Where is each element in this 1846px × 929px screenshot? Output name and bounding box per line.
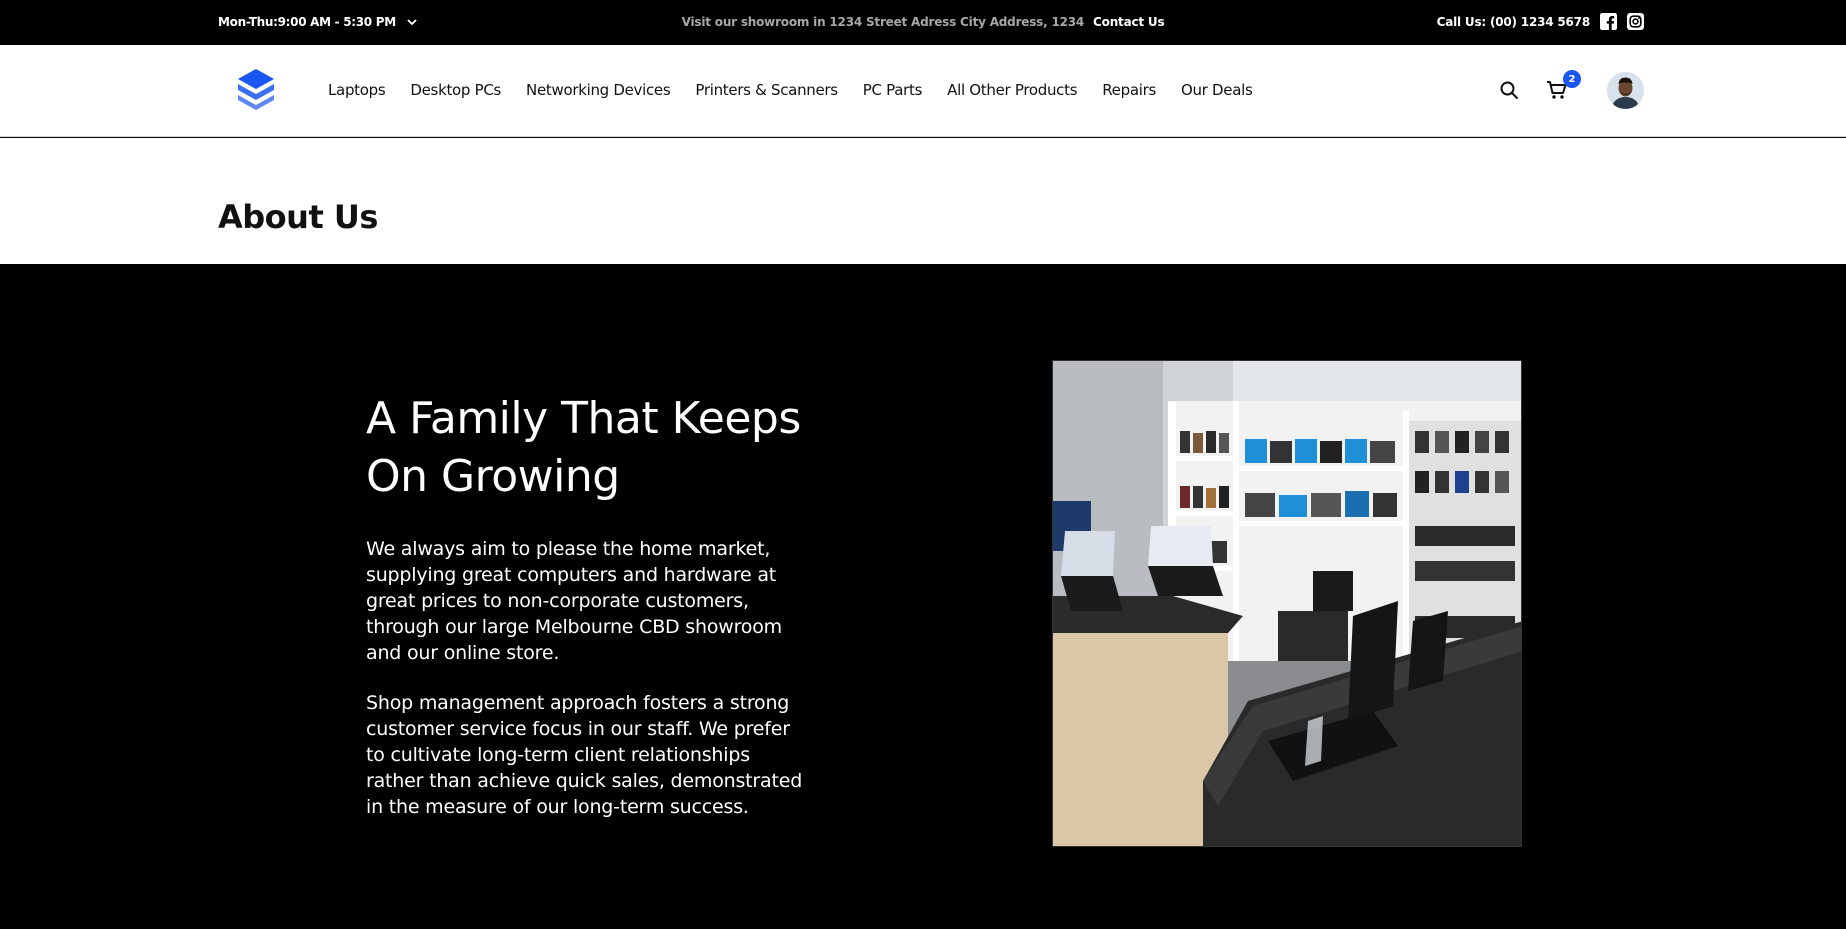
page-title: About Us bbox=[218, 198, 378, 236]
nav-item-repairs[interactable]: Repairs bbox=[1102, 81, 1156, 99]
instagram-icon[interactable] bbox=[1627, 13, 1644, 30]
cart-count-badge: 2 bbox=[1563, 70, 1581, 88]
showroom-illustration bbox=[1053, 361, 1521, 846]
about-section: A Family That Keeps On Growing We always… bbox=[0, 264, 1846, 929]
top-bar-right: Call Us: (00) 1234 5678 bbox=[1437, 13, 1644, 30]
primary-nav: Laptops Desktop PCs Networking Devices P… bbox=[328, 81, 1253, 99]
avatar-image bbox=[1607, 72, 1644, 109]
nav-item-laptops[interactable]: Laptops bbox=[328, 81, 386, 99]
about-heading: A Family That Keeps On Growing bbox=[366, 393, 801, 502]
showroom-photo bbox=[1052, 360, 1522, 847]
about-paragraph-1: We always aim to please the home market,… bbox=[366, 538, 782, 664]
nav-item-all-other-products[interactable]: All Other Products bbox=[947, 81, 1077, 99]
facebook-icon[interactable] bbox=[1600, 13, 1617, 30]
nav-item-our-deals[interactable]: Our Deals bbox=[1181, 81, 1253, 99]
main-navbar: Laptops Desktop PCs Networking Devices P… bbox=[0, 45, 1846, 137]
nav-item-desktop-pcs[interactable]: Desktop PCs bbox=[410, 81, 501, 99]
showroom-text: Visit our showroom in 1234 Street Adress… bbox=[681, 15, 1085, 29]
nav-item-pc-parts[interactable]: PC Parts bbox=[863, 81, 923, 99]
phone-number: Call Us: (00) 1234 5678 bbox=[1436, 14, 1591, 29]
logo-icon[interactable] bbox=[236, 67, 276, 112]
contact-us-link[interactable]: Contact Us bbox=[1093, 15, 1165, 29]
page-title-band: About Us bbox=[0, 138, 1846, 264]
top-bar: Mon-Thu:9:00 AM - 5:30 PM Visit our show… bbox=[0, 0, 1846, 45]
search-icon[interactable] bbox=[1499, 80, 1519, 100]
nav-item-networking-devices[interactable]: Networking Devices bbox=[526, 81, 671, 99]
user-avatar[interactable] bbox=[1607, 72, 1644, 109]
about-paragraph-2: Shop management approach fosters a stron… bbox=[366, 692, 803, 818]
nav-item-printers-scanners[interactable]: Printers & Scanners bbox=[695, 81, 838, 99]
